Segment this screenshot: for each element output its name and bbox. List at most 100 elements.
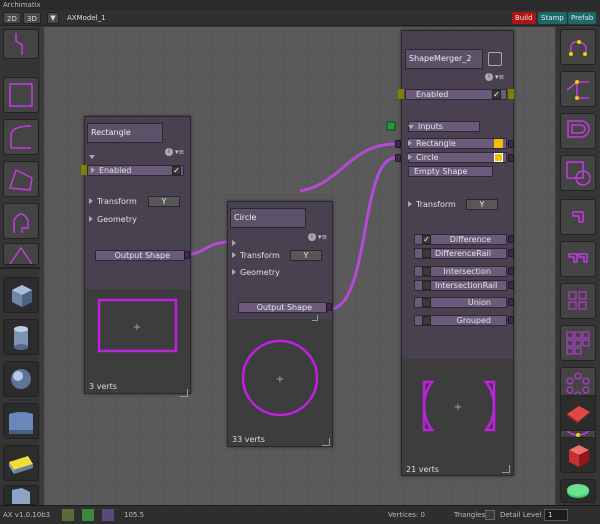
transform-axis-button[interactable]: Y: [290, 250, 322, 261]
vertices-count: Vertices: 0: [388, 511, 425, 519]
transform-label: Transform: [416, 200, 456, 209]
enabled-label: Enabled: [99, 166, 132, 175]
collapse-arrow-icon[interactable]: [408, 125, 414, 129]
menu-icon[interactable]: ▾≡: [495, 73, 504, 81]
resize-handle[interactable]: [502, 465, 510, 473]
snap-toggle-icon[interactable]: [82, 509, 94, 521]
info-icon[interactable]: i: [308, 233, 316, 241]
output-shape-port[interactable]: [326, 303, 332, 311]
vertex-count: 33 verts: [232, 435, 265, 444]
intersection-checkbox[interactable]: [422, 267, 431, 276]
circle-input-label: Circle: [416, 153, 439, 162]
refresh-icon[interactable]: [485, 510, 495, 520]
enabled-checkbox[interactable]: ✓: [492, 90, 501, 99]
transform-axis-button[interactable]: Y: [466, 199, 498, 210]
output-shape-row[interactable]: Output Shape: [238, 302, 327, 313]
grouped-output-port[interactable]: [508, 316, 514, 324]
merged-shape-preview: +: [422, 380, 496, 432]
version-label: AX v1.0.10b3: [3, 511, 51, 519]
output-shape-port[interactable]: [184, 251, 190, 259]
zoom-value: 105.5: [124, 511, 145, 519]
collapse-arrow-icon[interactable]: [89, 155, 95, 159]
difference-rail-output-port[interactable]: [508, 249, 514, 257]
resize-handle[interactable]: [322, 438, 330, 446]
intersection-rail-label: IntersectionRail: [435, 281, 498, 290]
rectangle-color-swatch[interactable]: [494, 139, 503, 148]
layout-toggle-icon[interactable]: [102, 509, 114, 521]
expand-arrow-icon[interactable]: [408, 201, 412, 207]
expand-arrow-icon[interactable]: [408, 140, 412, 146]
menu-icon[interactable]: ▾≡: [318, 233, 327, 241]
detail-level-label: Detail Level: [500, 511, 542, 519]
resize-handle[interactable]: [180, 389, 188, 397]
empty-shape-label: Empty Shape: [414, 167, 468, 176]
info-icon[interactable]: i: [485, 73, 493, 81]
grid-array-icon[interactable]: [560, 325, 596, 361]
union-checkbox[interactable]: [422, 298, 431, 307]
difference-rail-checkbox[interactable]: [422, 249, 431, 258]
corner-icon[interactable]: [560, 199, 596, 235]
transform-axis-button[interactable]: Y: [148, 196, 180, 207]
circle-input-port[interactable]: [395, 154, 401, 162]
circle-output-port[interactable]: [508, 154, 514, 162]
shape-merger-title[interactable]: ShapeMerger_2: [405, 49, 483, 69]
rectangle-node[interactable]: Rectangle i ▾≡ Enabled ✓ Transform Y Geo…: [81, 116, 191, 397]
transform-label: Transform: [97, 197, 137, 206]
difference-label: Difference: [449, 235, 491, 244]
expand-arrow-icon[interactable]: [89, 216, 93, 222]
grouped-checkbox[interactable]: [422, 316, 431, 325]
enabled-input-port[interactable]: [398, 89, 404, 99]
expand-arrow-icon[interactable]: [89, 198, 93, 204]
difference-output-port[interactable]: [508, 235, 514, 243]
rectangle-input-label: Rectangle: [416, 139, 456, 148]
status-bar: AX v1.0.10b3 105.5 Vertices: 0 Triangles…: [0, 505, 600, 524]
enabled-label: Enabled: [416, 90, 449, 99]
expand-arrow-icon: [91, 167, 95, 173]
intersection-output-port[interactable]: [508, 267, 514, 275]
expand-arrow-icon[interactable]: [232, 269, 236, 275]
circle-color-swatch[interactable]: [494, 153, 503, 162]
shape-merger-icon[interactable]: [560, 155, 596, 191]
offset-shape-icon[interactable]: [560, 113, 596, 149]
geometry-label: Geometry: [97, 215, 137, 224]
rectangle-output-port[interactable]: [508, 140, 514, 148]
difference-rail-label: DifferenceRail: [435, 249, 491, 258]
inputs-label: Inputs: [418, 122, 443, 131]
svg-text:+: +: [454, 402, 462, 413]
red-plane-icon[interactable]: [560, 395, 596, 431]
intersection-rail-checkbox[interactable]: [422, 281, 431, 290]
shape-merger-node[interactable]: ShapeMerger_2 i ▾≡ Enabled ✓ Inputs Rect…: [395, 30, 514, 476]
double-corner-icon[interactable]: [560, 241, 596, 277]
transform-label: Transform: [240, 251, 280, 260]
expand-arrow-icon[interactable]: [232, 240, 236, 246]
rectangle-input-port[interactable]: [395, 140, 401, 148]
circle-node-title[interactable]: Circle: [230, 208, 306, 228]
branch-nodes-icon[interactable]: [560, 71, 596, 107]
shape-merger-node-icon: [488, 52, 502, 66]
expand-arrow-icon[interactable]: [408, 154, 412, 160]
union-label: Union: [467, 298, 491, 307]
resize-handle[interactable]: [312, 315, 318, 321]
green-disc-icon[interactable]: [560, 479, 596, 503]
enabled-input-port[interactable]: [81, 165, 87, 175]
svg-text:+: +: [276, 374, 284, 385]
info-icon[interactable]: i: [165, 148, 173, 156]
circle-preview: +: [241, 339, 319, 417]
vertex-count: 3 verts: [89, 382, 117, 391]
enabled-output-port[interactable]: [508, 89, 514, 99]
rectangle-node-title[interactable]: Rectangle: [87, 123, 163, 143]
grid-toggle-icon[interactable]: [62, 509, 74, 521]
enabled-checkbox[interactable]: ✓: [172, 166, 181, 175]
red-cube-icon[interactable]: [560, 437, 596, 473]
circle-node[interactable]: Circle i ▾≡ Transform Y Geometry Output …: [227, 201, 333, 447]
difference-checkbox[interactable]: ✓: [422, 235, 431, 244]
spline-path-icon[interactable]: [560, 29, 596, 65]
vertex-count: 21 verts: [406, 465, 439, 474]
expand-arrow-icon[interactable]: [232, 252, 236, 258]
grid-shapes-icon[interactable]: [560, 283, 596, 319]
detail-level-input[interactable]: 1: [544, 509, 568, 521]
menu-icon[interactable]: ▾≡: [175, 148, 184, 156]
output-shape-row[interactable]: Output Shape: [95, 250, 185, 261]
intersection-rail-output-port[interactable]: [508, 281, 514, 289]
union-output-port[interactable]: [508, 298, 514, 306]
